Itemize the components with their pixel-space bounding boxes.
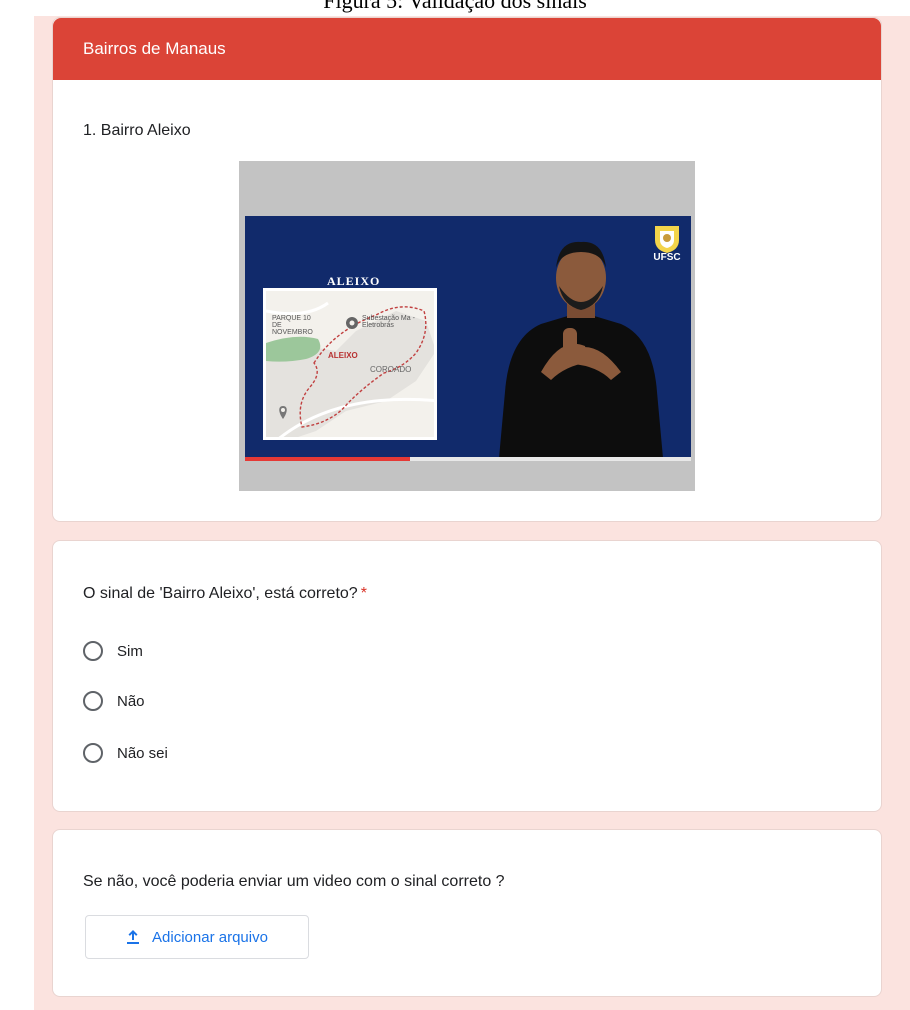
radio-sim[interactable] — [83, 641, 103, 661]
required-marker: * — [360, 585, 367, 602]
radio-nao-sei[interactable] — [83, 743, 103, 763]
add-file-label: Adicionar arquivo — [152, 928, 268, 946]
radio-nao[interactable] — [83, 691, 103, 711]
map-title: ALEIXO — [327, 274, 381, 288]
option-nao-sei[interactable]: Não sei — [83, 741, 168, 765]
option-nao-sei-label: Não sei — [117, 744, 168, 762]
upload-icon — [126, 929, 140, 945]
video-frame[interactable]: ALEIXO PARQUE 10 DE NOVEMBRO Subestação … — [245, 216, 691, 458]
video-progress-bar[interactable] — [245, 457, 691, 461]
add-file-button[interactable]: Adicionar arquivo — [85, 915, 309, 959]
option-sim-label: Sim — [117, 642, 143, 660]
neighborhood-map: PARQUE 10 DE NOVEMBRO Subestação Ma - El… — [263, 288, 437, 440]
map-label-subestacao: Subestação Ma - Eletrobrás — [362, 315, 415, 329]
map-label-coroado: COROADO — [370, 365, 412, 374]
logo-text: UFSC — [653, 252, 681, 263]
question-2-title: O sinal de 'Bairro Aleixo', está correto… — [83, 585, 367, 603]
section-title: Bairros de Manaus — [83, 39, 226, 58]
sign-video[interactable]: ALEIXO PARQUE 10 DE NOVEMBRO Subestação … — [239, 161, 695, 491]
option-sim[interactable]: Sim — [83, 639, 143, 663]
figure-caption: Figura 5: Validação dos sinais — [323, 0, 587, 13]
ufsc-logo: UFSC — [649, 222, 685, 272]
option-nao[interactable]: Não — [83, 689, 145, 713]
question-1-title: 1. Bairro Aleixo — [83, 122, 191, 139]
map-label-aleixo: ALEIXO — [328, 351, 358, 360]
question-card-correct-sign: O sinal de 'Bairro Aleixo', está correto… — [52, 540, 882, 812]
video-progress-fill — [245, 457, 411, 461]
map-label-parque: PARQUE 10 DE NOVEMBRO — [272, 315, 313, 336]
section-header: Bairros de Manaus — [53, 18, 881, 80]
question-card-upload: Se não, você poderia enviar um video com… — [52, 829, 882, 997]
question-2-text: O sinal de 'Bairro Aleixo', está correto… — [83, 585, 358, 602]
section-card: Bairros de Manaus 1. Bairro Aleixo ALEIX… — [52, 17, 882, 522]
option-nao-label: Não — [117, 692, 145, 710]
question-3-title: Se não, você poderia enviar um video com… — [83, 873, 505, 890]
